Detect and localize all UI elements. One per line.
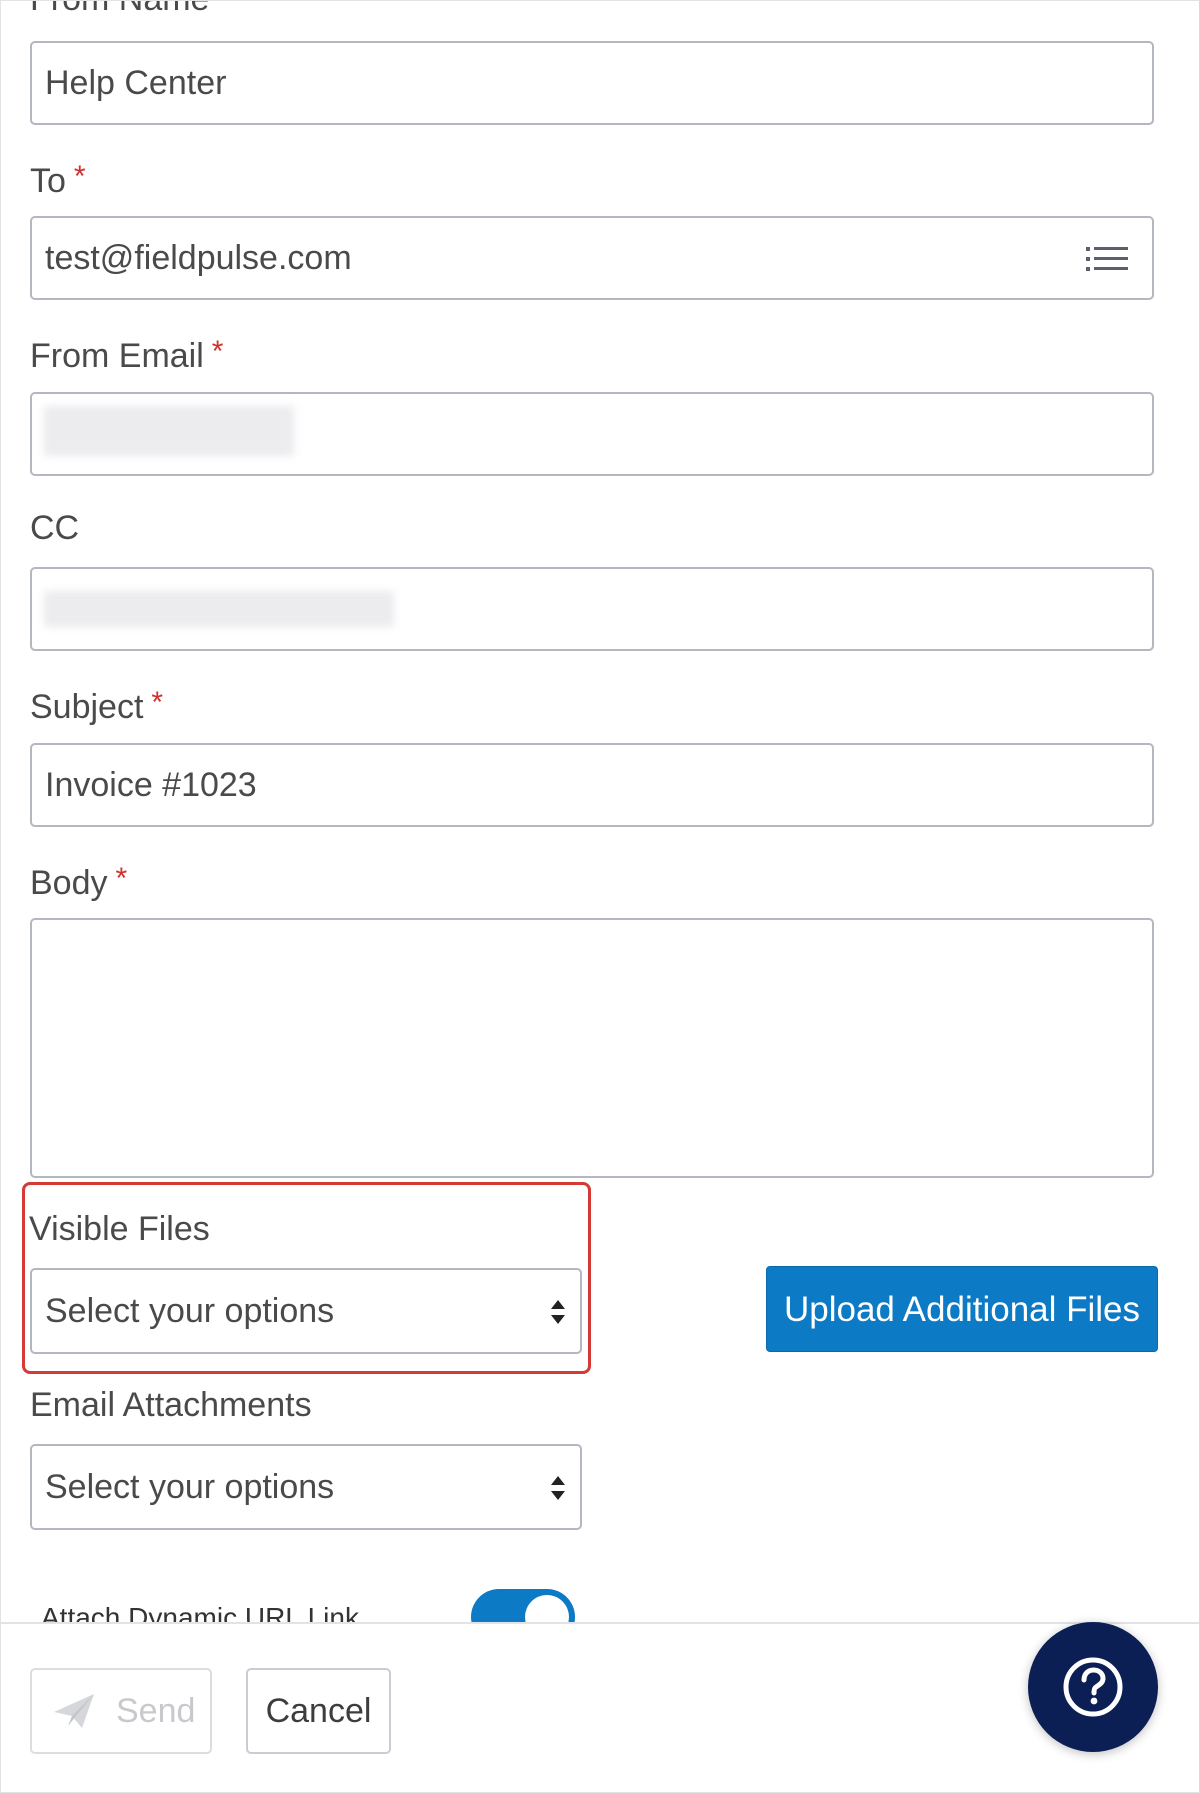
list-icon[interactable] <box>1086 247 1128 271</box>
send-label: Send <box>116 1692 196 1730</box>
cancel-button[interactable]: Cancel <box>246 1668 391 1754</box>
redacted-email <box>44 406 294 456</box>
required-asterisk: * <box>115 862 128 895</box>
from-name-input[interactable]: Help Center <box>30 41 1154 125</box>
required-asterisk: * <box>211 335 224 368</box>
send-email-form: From Name Help Center To* test@fieldpuls… <box>0 0 1200 1793</box>
sort-arrows-icon <box>551 1476 565 1500</box>
question-circle-icon <box>1063 1657 1123 1717</box>
highlight-box <box>22 1182 591 1374</box>
email-attachments-select[interactable]: Select your options <box>30 1444 582 1530</box>
to-value: test@fieldpulse.com <box>45 239 352 277</box>
from-name-value: Help Center <box>45 64 227 102</box>
from-email-label: From Email * <box>30 335 224 375</box>
from-name-label: From Name <box>30 1 209 19</box>
modal-footer: Send Cancel <box>1 1622 1199 1792</box>
upload-additional-files-button[interactable]: Upload Additional Files <box>766 1266 1158 1352</box>
required-asterisk: * <box>151 686 164 719</box>
body-label: Body * <box>30 862 128 902</box>
email-attachments-label: Email Attachments <box>30 1386 312 1424</box>
required-asterisk: * <box>73 160 86 193</box>
to-input[interactable]: test@fieldpulse.com <box>30 216 1154 300</box>
from-email-input[interactable] <box>30 392 1154 476</box>
help-button[interactable] <box>1028 1622 1158 1752</box>
subject-label: Subject * <box>30 686 164 726</box>
paper-plane-icon <box>54 1694 94 1728</box>
subject-input[interactable]: Invoice #1023 <box>30 743 1154 827</box>
send-button[interactable]: Send <box>30 1668 212 1754</box>
email-attachments-placeholder: Select your options <box>45 1468 335 1506</box>
subject-value: Invoice #1023 <box>45 766 257 804</box>
cc-input[interactable] <box>30 567 1154 651</box>
cc-label: CC <box>30 509 80 547</box>
to-label: To * <box>30 160 86 200</box>
body-textarea[interactable] <box>30 918 1154 1178</box>
redacted-cc <box>44 591 394 627</box>
